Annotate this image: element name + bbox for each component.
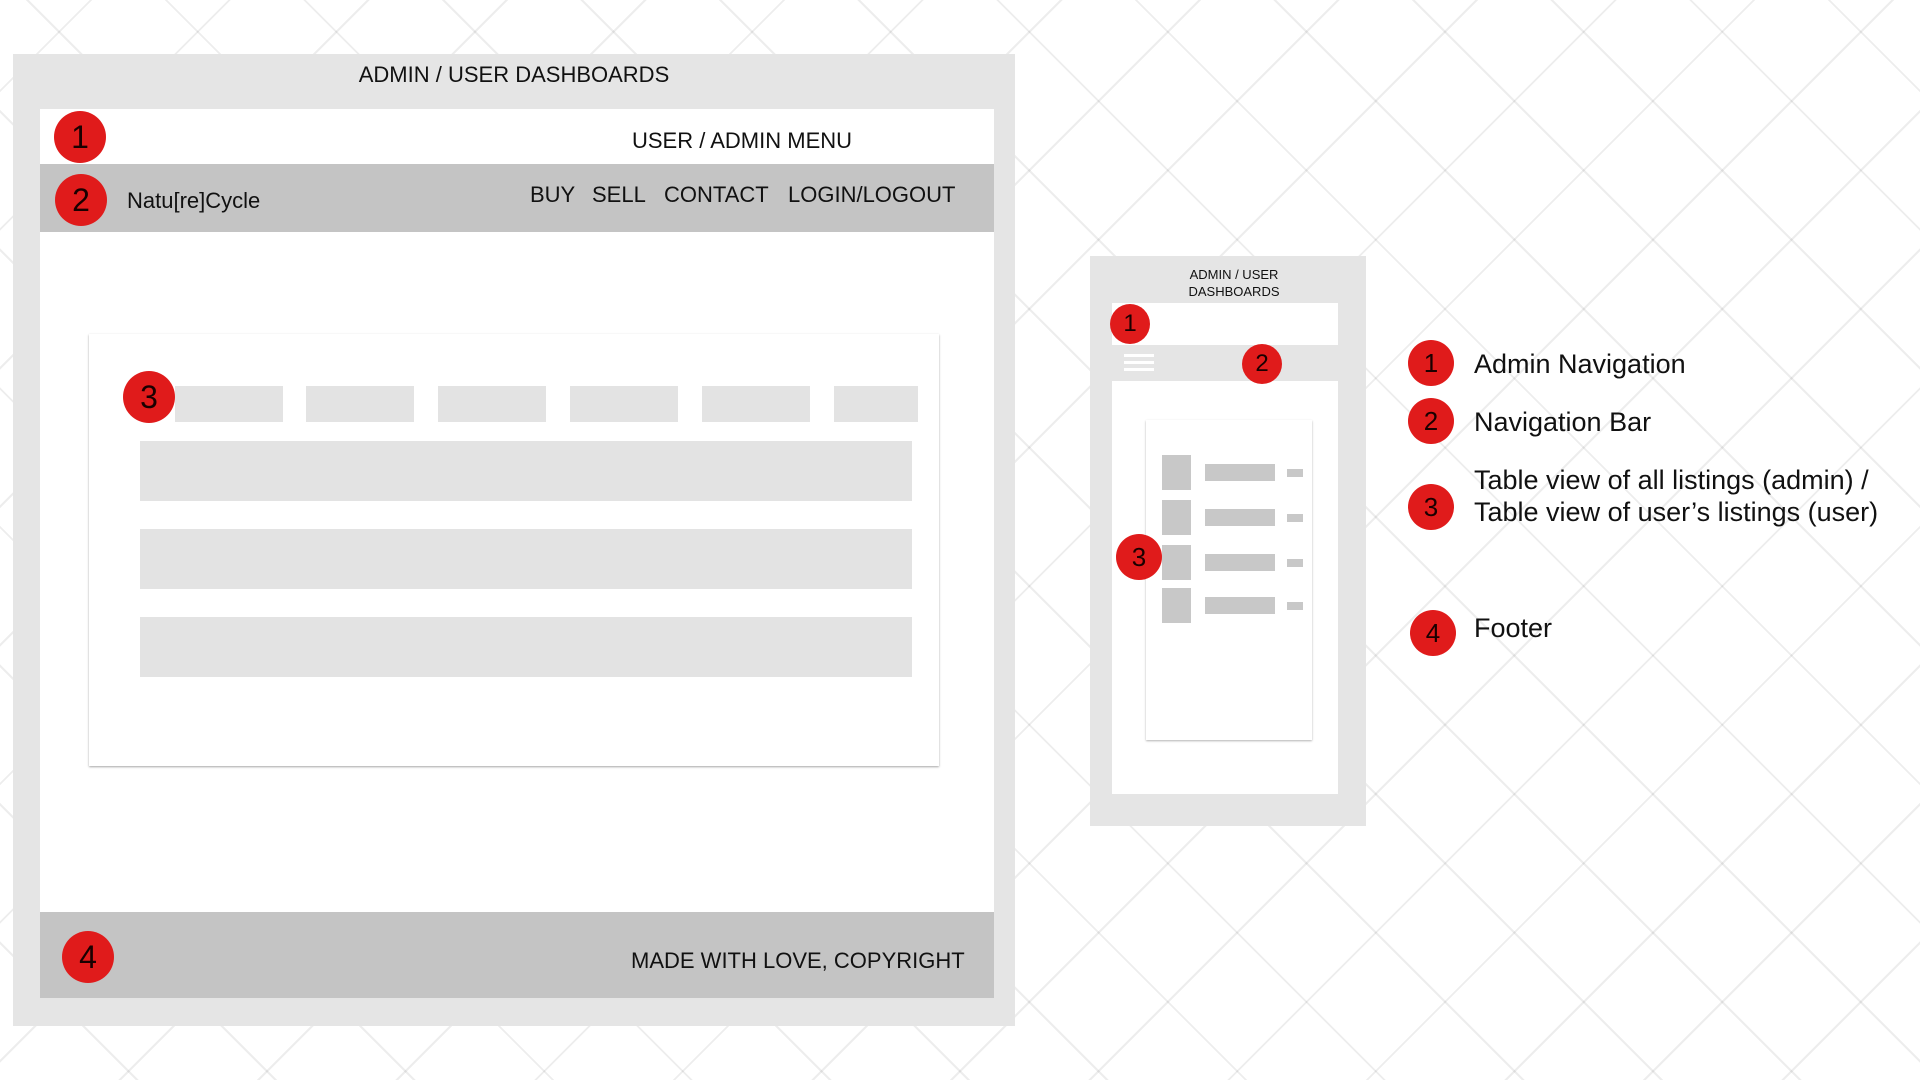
listing-action-placeholder[interactable]: [1287, 559, 1303, 567]
user-admin-menu-label[interactable]: USER / ADMIN MENU: [632, 128, 852, 154]
table-row[interactable]: [140, 441, 912, 501]
listing-title-placeholder[interactable]: [1205, 509, 1275, 526]
annotation-marker-4: 4: [62, 931, 114, 983]
desktop-wireframe-title: ADMIN / USER DASHBOARDS: [358, 62, 670, 87]
listing-action-placeholder[interactable]: [1287, 602, 1303, 610]
footer-text: MADE WITH LOVE, COPYRIGHT: [631, 948, 965, 973]
listing-thumbnail: [1162, 545, 1191, 580]
annotation-marker-3: 3: [123, 371, 175, 423]
listing-thumbnail: [1162, 500, 1191, 535]
annotation-marker-2: 2: [1242, 344, 1282, 384]
nav-link-buy[interactable]: BUY: [530, 182, 575, 208]
table-header-cell: [834, 386, 918, 422]
listing-action-placeholder[interactable]: [1287, 469, 1303, 477]
table-header-cell: [702, 386, 810, 422]
legend-text-navigation-bar: Navigation Bar: [1474, 407, 1652, 437]
legend-marker-3: 3: [1408, 484, 1454, 530]
annotation-marker-3: 3: [1116, 534, 1162, 580]
legend-text-admin-navigation: Admin Navigation: [1474, 349, 1686, 379]
legend-text-footer: Footer: [1474, 613, 1553, 643]
legend-marker-2: 2: [1408, 398, 1454, 444]
table-header-cell: [570, 386, 678, 422]
mobile-wireframe-title: ADMIN / USER DASHBOARDS: [1188, 267, 1280, 299]
hamburger-menu-icon[interactable]: [1120, 350, 1158, 376]
annotation-marker-1: 1: [54, 111, 106, 163]
listing-thumbnail: [1162, 455, 1191, 490]
table-header-cell: [175, 386, 283, 422]
nav-link-contact[interactable]: CONTACT: [664, 182, 769, 208]
listing-title-placeholder[interactable]: [1205, 464, 1275, 481]
table-header-cell: [306, 386, 414, 422]
listing-title-placeholder[interactable]: [1205, 597, 1275, 614]
listing-action-placeholder[interactable]: [1287, 514, 1303, 522]
table-header-cell: [438, 386, 546, 422]
table-row[interactable]: [140, 617, 912, 677]
listing-thumbnail: [1162, 588, 1191, 623]
table-row[interactable]: [140, 529, 912, 589]
annotation-marker-2: 2: [55, 174, 107, 226]
nav-link-login-logout[interactable]: LOGIN/LOGOUT: [788, 182, 955, 208]
nav-link-sell[interactable]: SELL: [592, 182, 646, 208]
listing-title-placeholder[interactable]: [1205, 554, 1275, 571]
legend-marker-4: 4: [1410, 610, 1456, 656]
legend-marker-1: 1: [1408, 340, 1454, 386]
brand-logo-text[interactable]: Natu[re]Cycle: [127, 188, 260, 214]
legend-text-table-view: Table view of all listings (admin) / Tab…: [1474, 465, 1879, 527]
annotation-marker-1: 1: [1110, 304, 1150, 344]
